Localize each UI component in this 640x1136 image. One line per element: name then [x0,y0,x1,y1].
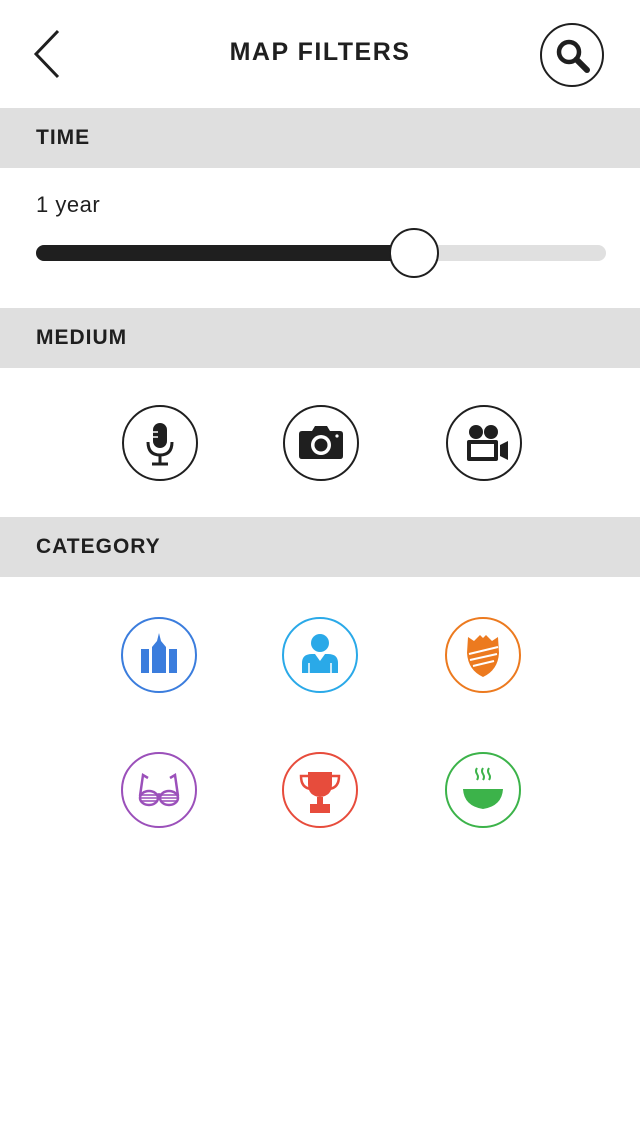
trophy-icon [299,772,341,813]
person-icon [302,634,338,673]
medium-photo-button[interactable] [283,405,359,481]
soup-bowl-icon [463,767,503,809]
time-slider[interactable] [36,228,606,278]
time-section-header: TIME [0,108,640,168]
time-section-label: TIME [36,126,91,149]
search-button[interactable] [540,23,604,87]
slider-fill [36,245,414,261]
category-section-header: CATEGORY [0,517,640,577]
category-section-label: CATEGORY [36,535,161,558]
video-camera-icon [467,425,508,461]
medium-section-label: MEDIUM [36,326,128,349]
city-buildings-icon [141,633,177,673]
navigation-bar: MAP FILTERS [0,0,640,108]
medium-section-header: MEDIUM [0,308,640,368]
category-security-button[interactable] [445,617,521,693]
camera-icon [299,426,343,459]
category-sports-button[interactable] [282,752,358,828]
slider-thumb[interactable] [389,228,439,278]
category-city-button[interactable] [121,617,197,693]
time-value-label: 1 year [36,192,101,217]
shield-icon [467,635,499,677]
party-glasses-icon [138,772,180,807]
search-icon [556,39,590,73]
medium-audio-button[interactable] [122,405,198,481]
category-party-button[interactable] [121,752,197,828]
medium-video-button[interactable] [446,405,522,481]
category-people-button[interactable] [282,617,358,693]
microphone-icon [146,423,174,466]
category-food-button[interactable] [445,752,521,828]
